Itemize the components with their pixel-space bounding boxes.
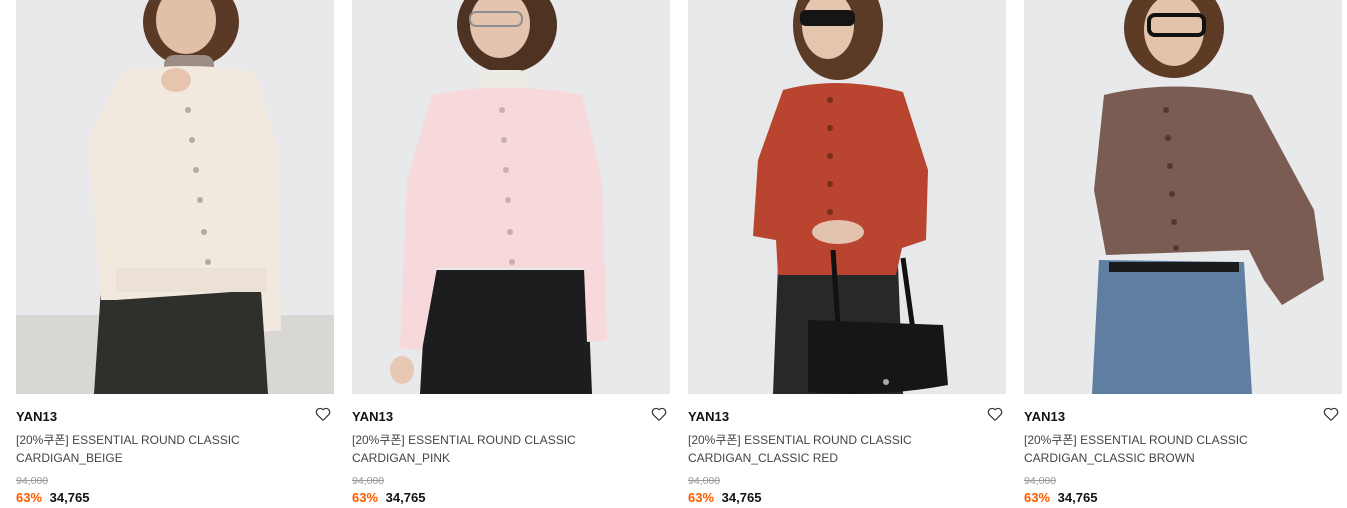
original-price: 94,000 [16,475,49,487]
product-name-line2: CARDIGAN_CLASSIC RED [688,451,839,465]
product-name[interactable]: [20%쿠폰] ESSENTIAL ROUND CLASSIC CARDIGAN… [688,431,988,467]
product-grid: YAN13 [20%쿠폰] ESSENTIAL ROUND CLASSIC CA… [0,0,1347,508]
sale-price: 34,765 [385,490,426,505]
price-row: 63% 34,765 [688,490,761,505]
discount-rate: 63% [352,490,379,505]
sale-price: 34,765 [1057,490,1098,505]
original-price: 94,000 [352,475,385,487]
heart-icon[interactable] [650,405,668,423]
product-name[interactable]: [20%쿠폰] ESSENTIAL ROUND CLASSIC CARDIGAN… [1024,431,1324,467]
price-row: 63% 34,765 [1024,490,1097,505]
product-image[interactable] [688,0,1006,394]
price-row: 63% 34,765 [352,490,425,505]
product-name-line1: [20%쿠폰] ESSENTIAL ROUND CLASSIC [688,433,912,447]
brand-name[interactable]: YAN13 [352,409,393,424]
product-name-line2: CARDIGAN_BEIGE [16,451,123,465]
brand-name[interactable]: YAN13 [1024,409,1065,424]
product-name-line2: CARDIGAN_CLASSIC BROWN [1024,451,1195,465]
product-name[interactable]: [20%쿠폰] ESSENTIAL ROUND CLASSIC CARDIGAN… [352,431,652,467]
product-card[interactable]: YAN13 [20%쿠폰] ESSENTIAL ROUND CLASSIC CA… [16,0,334,508]
product-name[interactable]: [20%쿠폰] ESSENTIAL ROUND CLASSIC CARDIGAN… [16,431,316,467]
product-image[interactable] [16,0,334,394]
sale-price: 34,765 [49,490,90,505]
original-price: 94,000 [688,475,721,487]
product-card[interactable]: YAN13 [20%쿠폰] ESSENTIAL ROUND CLASSIC CA… [688,0,1006,508]
price-row: 63% 34,765 [16,490,89,505]
discount-rate: 63% [688,490,715,505]
product-image[interactable] [352,0,670,394]
product-card[interactable]: YAN13 [20%쿠폰] ESSENTIAL ROUND CLASSIC CA… [352,0,670,508]
product-name-line1: [20%쿠폰] ESSENTIAL ROUND CLASSIC [16,433,240,447]
product-name-line2: CARDIGAN_PINK [352,451,451,465]
product-image[interactable] [1024,0,1342,394]
sale-price: 34,765 [721,490,762,505]
original-price: 94,000 [1024,475,1057,487]
product-name-line1: [20%쿠폰] ESSENTIAL ROUND CLASSIC [352,433,576,447]
product-card[interactable]: YAN13 [20%쿠폰] ESSENTIAL ROUND CLASSIC CA… [1024,0,1342,508]
product-name-line1: [20%쿠폰] ESSENTIAL ROUND CLASSIC [1024,433,1248,447]
heart-icon[interactable] [1322,405,1340,423]
heart-icon[interactable] [986,405,1004,423]
discount-rate: 63% [1024,490,1051,505]
discount-rate: 63% [16,490,43,505]
brand-name[interactable]: YAN13 [688,409,729,424]
heart-icon[interactable] [314,405,332,423]
brand-name[interactable]: YAN13 [16,409,57,424]
